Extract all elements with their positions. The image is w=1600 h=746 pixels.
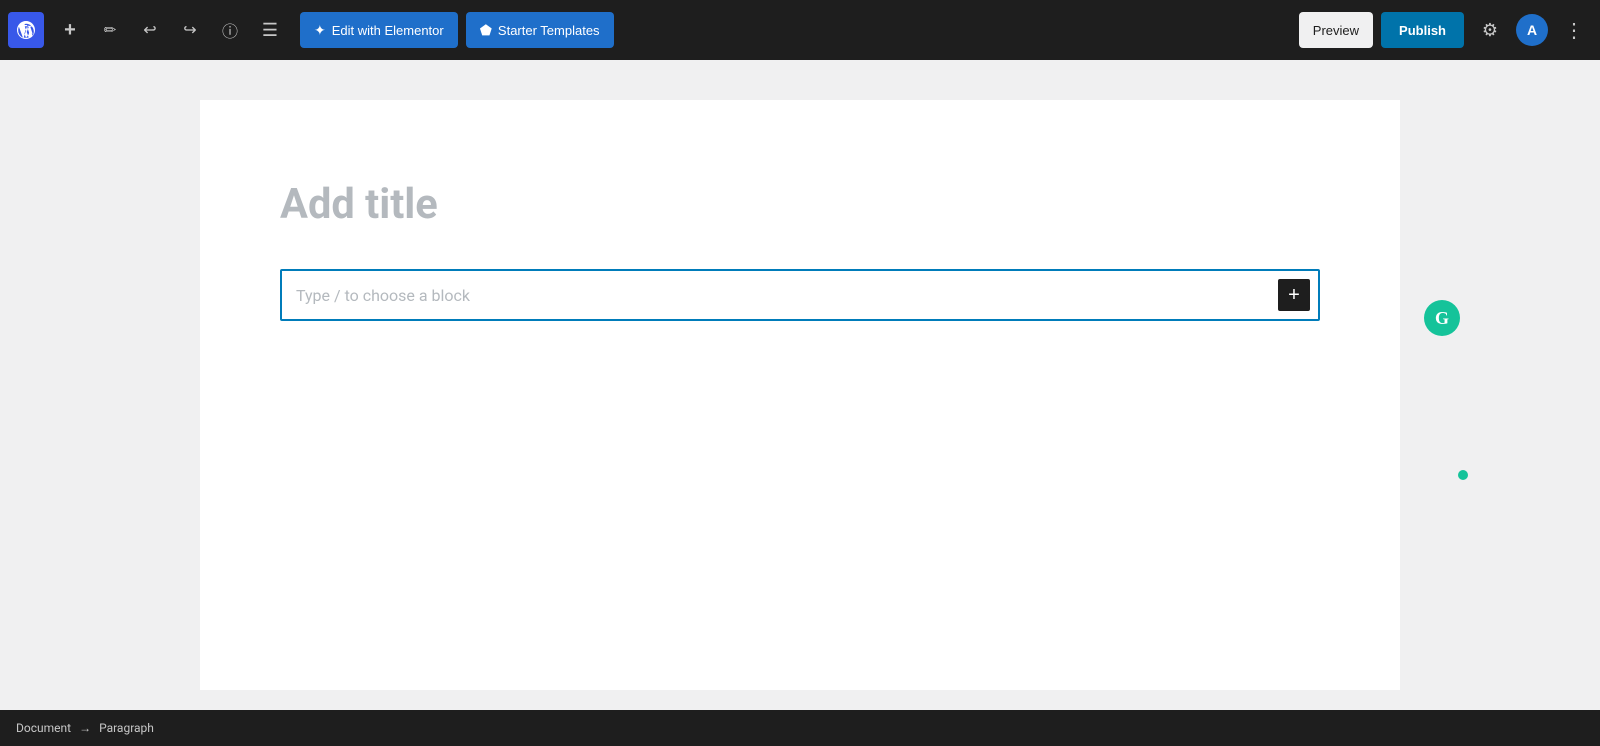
info-icon: ⓘ	[222, 18, 238, 42]
toolbar-right: Preview Publish ⚙ A ⋮	[1299, 12, 1592, 48]
plus-icon: +	[64, 19, 76, 42]
edit-with-elementor-button[interactable]: ✦ Edit with Elementor	[300, 12, 458, 48]
block-plus-icon: +	[1288, 285, 1300, 305]
avatar-initial: A	[1527, 22, 1537, 38]
starter-icon: ⬟	[480, 22, 492, 39]
wp-logo-button[interactable]	[8, 12, 44, 48]
list-icon: ☰	[262, 20, 278, 41]
elementor-btn-label: Edit with Elementor	[332, 23, 444, 38]
block-input-area[interactable]: Type / to choose a block +	[280, 269, 1320, 321]
status-bar: Document → Paragraph	[0, 710, 1600, 746]
add-block-button[interactable]: +	[52, 12, 88, 48]
green-status-dot	[1458, 470, 1468, 480]
tools-button[interactable]: ✏	[92, 12, 128, 48]
title-input[interactable]: Add title	[280, 180, 1320, 229]
pencil-icon: ✏	[104, 21, 117, 39]
preview-button[interactable]: Preview	[1299, 12, 1373, 48]
list-view-button[interactable]: ☰	[252, 12, 288, 48]
starter-btn-label: Starter Templates	[498, 23, 600, 38]
plugin-buttons: ✦ Edit with Elementor ⬟ Starter Template…	[300, 12, 614, 48]
undo-icon: ↩	[143, 20, 156, 40]
editor-area: Add title Type / to choose a block + G	[0, 60, 1600, 710]
more-options-button[interactable]: ⋮	[1556, 12, 1592, 48]
more-icon: ⋮	[1564, 18, 1584, 43]
publish-button[interactable]: Publish	[1381, 12, 1464, 48]
publish-label: Publish	[1399, 23, 1446, 38]
settings-button[interactable]: ⚙	[1472, 12, 1508, 48]
gear-icon: ⚙	[1482, 20, 1498, 41]
redo-button[interactable]: ↪	[172, 12, 208, 48]
paragraph-status[interactable]: Paragraph	[99, 721, 154, 735]
add-block-inline-button[interactable]: +	[1278, 279, 1310, 311]
grammarly-button[interactable]: G	[1424, 300, 1460, 336]
grammarly-icon: G	[1435, 308, 1449, 329]
info-button[interactable]: ⓘ	[212, 12, 248, 48]
toolbar: + ✏ ↩ ↪ ⓘ ☰ ✦ Edit with Elementor ⬟ Star…	[0, 0, 1600, 60]
document-status[interactable]: Document	[16, 721, 71, 735]
user-avatar-button[interactable]: A	[1516, 14, 1548, 46]
redo-icon: ↪	[183, 20, 196, 40]
preview-label: Preview	[1313, 23, 1359, 38]
breadcrumb-arrow: →	[79, 721, 91, 735]
undo-button[interactable]: ↩	[132, 12, 168, 48]
block-placeholder-text: Type / to choose a block	[296, 286, 470, 305]
elementor-icon: ✦	[314, 22, 326, 39]
editor-canvas: Add title Type / to choose a block + G	[200, 100, 1400, 690]
starter-templates-button[interactable]: ⬟ Starter Templates	[466, 12, 614, 48]
